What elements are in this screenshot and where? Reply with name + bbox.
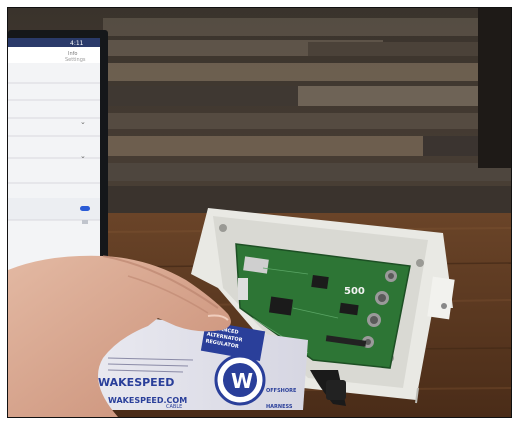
board-chip-label: 500 — [344, 286, 365, 297]
photo-scene: 4:11 Info Settings ⌄ ⌄ 500 ADVANCED ALTE… — [8, 8, 511, 417]
tablet: 4:11 Info Settings ⌄ ⌄ — [8, 30, 108, 275]
card-cable: CABLE — [166, 404, 182, 410]
svg-text:⌄: ⌄ — [80, 153, 86, 160]
card-brand: WAKESPEED — [98, 376, 174, 389]
tablet-status-text: 4:11 — [70, 40, 84, 47]
card-offshore: OFFSHORE — [266, 388, 297, 394]
card-harness: HARNESS — [266, 404, 293, 410]
tablet-header-sub: Settings — [65, 57, 86, 63]
logo-letter: W — [231, 369, 253, 393]
photo-frame: 4:11 Info Settings ⌄ ⌄ 500 ADVANCED ALTE… — [7, 7, 512, 418]
tablet-toggle — [80, 206, 90, 211]
svg-text:⌄: ⌄ — [80, 119, 86, 126]
